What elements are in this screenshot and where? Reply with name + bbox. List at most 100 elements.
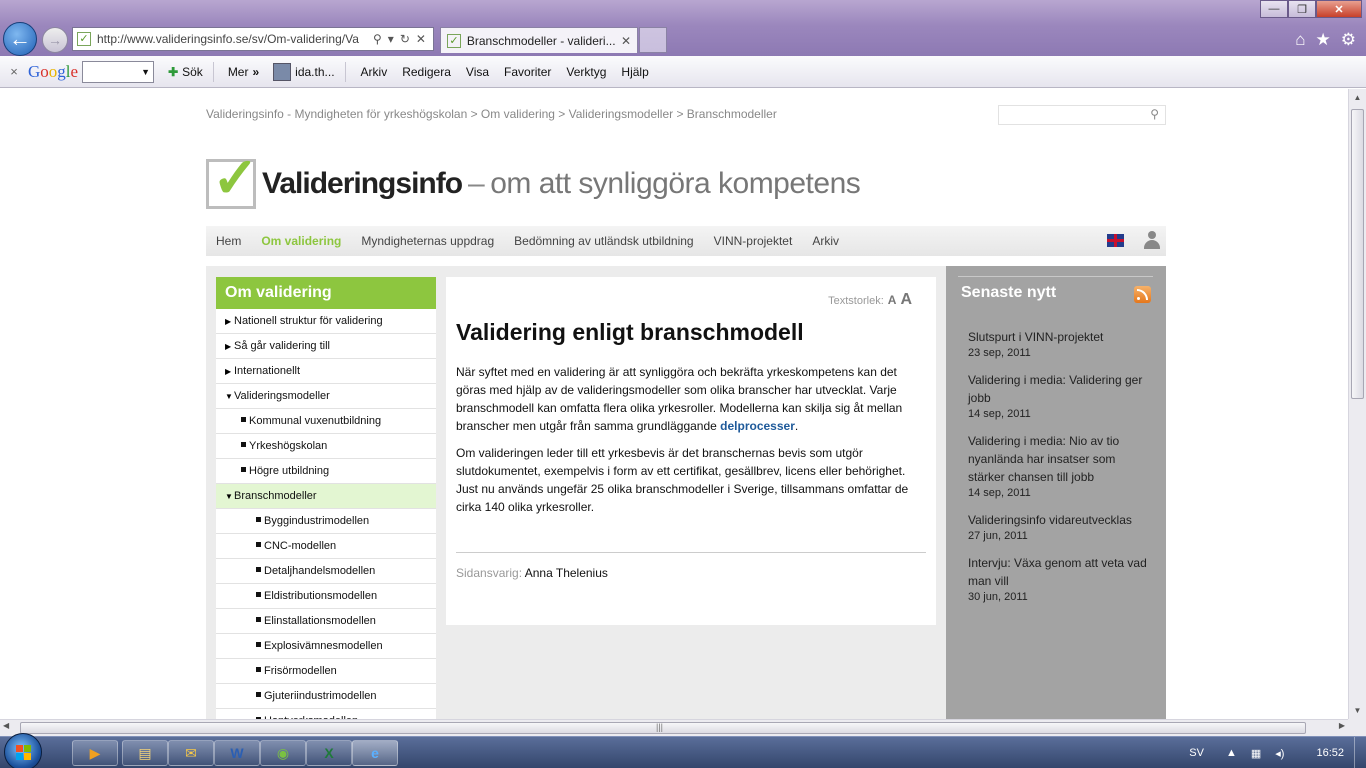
menu-arkiv[interactable]: Arkiv — [361, 65, 388, 79]
menu-redigera[interactable]: Redigera — [402, 65, 451, 79]
sidebar-item[interactable]: Yrkeshögskolan — [216, 434, 436, 459]
home-icon[interactable]: ⌂ — [1295, 30, 1305, 50]
menu-favoriter[interactable]: Favoriter — [504, 65, 551, 79]
word-icon[interactable]: W — [214, 740, 260, 766]
sidebar-item-label: Frisörmodellen — [264, 665, 337, 677]
nav-bedomning-utlandsk-utbildning[interactable]: Bedömning av utländsk utbildning — [514, 234, 693, 248]
clock[interactable]: 16:52 — [1316, 747, 1344, 759]
rss-icon[interactable] — [1134, 286, 1151, 303]
user-account-button[interactable]: ida.th... — [273, 62, 335, 81]
forward-button[interactable]: → — [42, 27, 68, 53]
sidebar-item[interactable]: Explosivämnesmodellen — [216, 634, 436, 659]
nav-arkiv[interactable]: Arkiv — [812, 234, 839, 248]
tools-gear-icon[interactable]: ⚙ — [1341, 30, 1356, 50]
sidebar-item[interactable]: ▶ Nationell struktur för validering — [216, 309, 436, 334]
sidebar-item[interactable]: Eldistributionsmodellen — [216, 584, 436, 609]
arrow-right-icon: → — [48, 32, 62, 48]
menu-hjalp[interactable]: Hjälp — [621, 65, 648, 79]
tab-branschmodeller[interactable]: ✓ Branschmodeller - valideri... ✕ — [440, 27, 638, 53]
internet-explorer-icon[interactable]: e — [352, 740, 398, 766]
close-toolbar-icon[interactable]: × — [0, 64, 28, 79]
command-toolbar: × Google ▼ ✚ Sök Mer » ida.th... Arkiv R… — [0, 56, 1366, 88]
responsible-name[interactable]: Anna Thelenius — [525, 566, 608, 580]
sidebar-item[interactable]: Kommunal vuxenutbildning — [216, 409, 436, 434]
explorer-folder-icon[interactable]: ▤ — [122, 740, 168, 766]
search-icon[interactable]: ⚲ — [373, 32, 382, 46]
minimize-button[interactable]: — — [1260, 0, 1288, 18]
sidebar-item[interactable]: ▶ Så går validering till — [216, 334, 436, 359]
show-hidden-icons-icon[interactable]: ▲ — [1226, 747, 1237, 759]
refresh-icon[interactable]: ↻ — [400, 32, 410, 46]
sidebar-item[interactable]: Elinstallationsmodellen — [216, 609, 436, 634]
nav-myndigheternas-uppdrag[interactable]: Myndigheternas uppdrag — [361, 234, 494, 248]
dropdown-icon[interactable]: ▾ — [388, 32, 394, 46]
sidebar-item-label: Yrkeshögskolan — [249, 440, 328, 452]
text-size-large-button[interactable]: A — [900, 291, 912, 309]
close-tab-icon[interactable]: ✕ — [621, 34, 631, 48]
news-title-link[interactable]: Valideringsinfo vidareutvecklas — [968, 511, 1148, 529]
news-title-link[interactable]: Validering i media: Validering ger jobb — [968, 371, 1148, 407]
start-button[interactable] — [4, 733, 42, 768]
search-icon[interactable]: ⚲ — [1150, 107, 1159, 121]
media-player-icon[interactable]: ▶ — [72, 740, 118, 766]
breadcrumb[interactable]: Valideringsinfo - Myndigheten för yrkesh… — [206, 107, 777, 121]
uk-flag-icon[interactable] — [1107, 234, 1124, 247]
favorites-star-icon[interactable]: ★ — [1316, 30, 1331, 50]
menu-verktyg[interactable]: Verktyg — [566, 65, 606, 79]
user-login-icon[interactable] — [1144, 231, 1160, 249]
sidebar-item[interactable]: Frisörmodellen — [216, 659, 436, 684]
scroll-left-icon[interactable]: ◀ — [3, 721, 9, 730]
sidebar-item[interactable]: Byggindustrimodellen — [216, 509, 436, 534]
textsize-label: Textstorlek: — [828, 295, 884, 307]
news-title-link[interactable]: Slutspurt i VINN-projektet — [968, 328, 1148, 346]
maximize-button[interactable]: ❐ — [1288, 0, 1316, 18]
horizontal-scrollbar[interactable]: ◀ ||| ▶ — [0, 719, 1348, 736]
site-search-input[interactable]: ⚲ — [998, 105, 1166, 125]
address-url[interactable]: http://www.valideringsinfo.se/sv/Om-vali… — [97, 32, 367, 46]
outlook-icon[interactable]: ✉ — [168, 740, 214, 766]
new-tab-button[interactable] — [639, 27, 667, 53]
news-title-link[interactable]: Intervju: Växa genom att veta vad man vi… — [968, 554, 1148, 590]
excel-icon[interactable]: X — [306, 740, 352, 766]
address-bar[interactable]: ✓ http://www.valideringsinfo.se/sv/Om-va… — [72, 27, 434, 51]
menu-visa[interactable]: Visa — [466, 65, 489, 79]
nav-om-validering[interactable]: Om validering — [261, 234, 341, 248]
sidebar-item[interactable]: ▼ Valideringsmodeller — [216, 384, 436, 409]
show-desktop-button[interactable] — [1354, 737, 1366, 768]
sidebar-item[interactable]: Hantverksmodellen — [216, 709, 436, 719]
delprocesser-link[interactable]: delprocesser — [720, 419, 795, 433]
browser-title-bar: — ❐ ✕ ← → ✓ http://www.valideringsinfo.s… — [0, 0, 1366, 56]
google-search-input[interactable]: ▼ — [82, 60, 155, 83]
text-size-small-button[interactable]: A — [888, 293, 897, 307]
network-icon[interactable]: ▦ — [1251, 747, 1261, 760]
news-item: Validering i media: Nio av tio nyanlända… — [968, 432, 1148, 499]
language-indicator[interactable]: SV — [1189, 747, 1204, 759]
mer-button[interactable]: Mer » — [228, 65, 259, 79]
scrollbar-thumb[interactable] — [1351, 109, 1364, 399]
text-size-control: Textstorlek: A A — [828, 291, 912, 309]
sidebar-item[interactable]: Detaljhandelsmodellen — [216, 559, 436, 584]
article-panel: Textstorlek: A A Validering enligt brans… — [446, 277, 936, 625]
nav-hem[interactable]: Hem — [216, 234, 241, 248]
sidebar-item[interactable]: Gjuteriindustrimodellen — [216, 684, 436, 709]
spotify-icon[interactable]: ◉ — [260, 740, 306, 766]
back-button[interactable]: ← — [3, 22, 37, 56]
vertical-scrollbar[interactable]: ▲ ▼ — [1348, 89, 1366, 719]
sidebar-item[interactable]: ▼ Branschmodeller — [216, 484, 436, 509]
bullet-square-icon — [256, 691, 261, 697]
scroll-down-icon[interactable]: ▼ — [1349, 702, 1366, 719]
news-title-link[interactable]: Validering i media: Nio av tio nyanlända… — [968, 432, 1148, 486]
sidebar-item[interactable]: Högre utbildning — [216, 459, 436, 484]
close-window-button[interactable]: ✕ — [1316, 0, 1362, 18]
volume-icon[interactable]: ◂) — [1275, 747, 1284, 760]
google-sok-button[interactable]: ✚ Sök — [168, 65, 203, 79]
site-logo[interactable]: ✓ — [206, 150, 259, 209]
scroll-right-icon[interactable]: ▶ — [1339, 721, 1345, 730]
sidebar-item[interactable]: CNC-modellen — [216, 534, 436, 559]
sidebar-heading[interactable]: Om validering — [216, 277, 436, 309]
nav-vinn-projektet[interactable]: VINN-projektet — [714, 234, 793, 248]
stop-icon[interactable]: ✕ — [416, 32, 426, 46]
sidebar-item[interactable]: ▶ Internationellt — [216, 359, 436, 384]
triangle-right-icon: ▶ — [225, 341, 232, 351]
scroll-up-icon[interactable]: ▲ — [1349, 89, 1366, 106]
